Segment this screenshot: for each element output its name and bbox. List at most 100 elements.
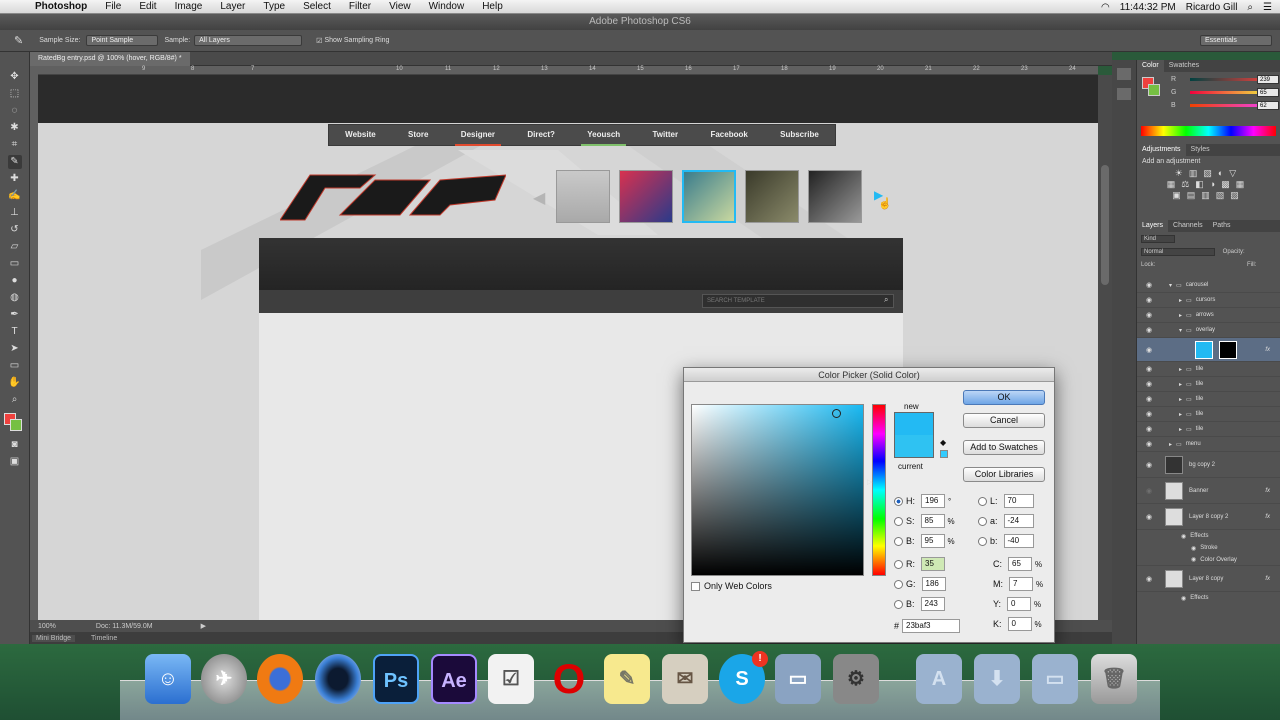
radio-b-lab[interactable]	[978, 536, 987, 546]
input-b-lab[interactable]: -40	[1003, 534, 1034, 548]
radio-r[interactable]	[894, 559, 903, 569]
field-s[interactable]: S: 85%	[894, 514, 955, 528]
layer-hover-selected[interactable]: ◉ fx	[1137, 338, 1280, 362]
nav-subscribe[interactable]: Subscribe	[774, 124, 825, 146]
eyedropper-icon[interactable]: ✎	[14, 34, 23, 47]
brush-tool-icon[interactable]: ✍	[8, 189, 22, 203]
pen-tool-icon[interactable]: ✒	[8, 308, 22, 322]
layer-group-arrows[interactable]: ◉ ▸ ▭ arrows	[1137, 308, 1280, 323]
layer-8-copy-2[interactable]: ◉ Layer 8 copy 2 fx	[1137, 504, 1280, 530]
layer-group-cursors[interactable]: ◉ ▸ ▭ cursors	[1137, 293, 1280, 308]
after-effects-icon[interactable]: Ae	[431, 654, 477, 704]
path-select-icon[interactable]: ➤	[8, 342, 22, 356]
adjustment-icons[interactable]: ☀▥▧◐▽	[1142, 168, 1275, 179]
slider-r[interactable]: R 239	[1171, 74, 1280, 85]
crop-tool-icon[interactable]: ⌗	[8, 138, 22, 152]
expand-icon[interactable]: ▸	[1179, 312, 1182, 319]
input-r[interactable]: 35	[921, 557, 945, 571]
menu-layer[interactable]: Layer	[211, 0, 254, 14]
input-g[interactable]: 186	[921, 577, 946, 591]
field-hex[interactable]: #23baf3	[894, 619, 961, 633]
carousel-thumb[interactable]	[619, 170, 673, 223]
shape-tool-icon[interactable]: ▭	[8, 359, 22, 373]
input-s[interactable]: 85	[920, 514, 945, 528]
expand-icon[interactable]: ▸	[1179, 396, 1182, 403]
menu-image[interactable]: Image	[166, 0, 212, 14]
input-b-hsb[interactable]: 95	[920, 534, 945, 548]
slider-g[interactable]: G 65	[1171, 87, 1280, 98]
eye-icon[interactable]: ◉	[1143, 311, 1155, 319]
search-icon[interactable]: ⌕	[884, 295, 888, 305]
nav-store[interactable]: Store	[402, 124, 434, 146]
layer-effect-color-overlay[interactable]: ◉ Color Overlay	[1137, 554, 1280, 566]
tab-styles[interactable]: Styles	[1186, 144, 1215, 156]
stamp-tool-icon[interactable]: ⊥	[8, 206, 22, 220]
menu-file[interactable]: File	[96, 0, 130, 14]
layer-effects[interactable]: ◉ Effects	[1137, 530, 1280, 542]
layer-group-overlay[interactable]: ◉ ▾ ▭ overlay	[1137, 323, 1280, 338]
wifi-icon[interactable]: ◠	[1101, 2, 1110, 13]
websafe-swatch[interactable]	[940, 450, 948, 458]
fx-icon[interactable]: fx	[1265, 347, 1270, 353]
field-b-lab[interactable]: b: -40	[978, 534, 1034, 548]
only-web-colors[interactable]: Only Web Colors	[691, 581, 772, 591]
expand-icon[interactable]: ▸	[1179, 381, 1182, 388]
clock[interactable]: 11:44:32 PM	[1120, 2, 1176, 13]
eye-icon[interactable]: ◉	[1143, 461, 1155, 469]
layer-effect-stroke[interactable]: ◉ Stroke	[1137, 542, 1280, 554]
layer-group-tile[interactable]: ◉ ▸ ▭ tile	[1137, 422, 1280, 437]
workspace-select[interactable]: Essentials	[1200, 35, 1272, 46]
expand-icon[interactable]: ▾	[1169, 282, 1172, 289]
slider-g-value[interactable]: 65	[1257, 88, 1279, 97]
layer-group-tile[interactable]: ◉ ▸ ▭ tile	[1137, 377, 1280, 392]
cancel-button[interactable]: Cancel	[963, 413, 1045, 428]
screen-mode-icon[interactable]: ▣	[8, 455, 22, 469]
field-b[interactable]: B: 243	[894, 597, 945, 611]
field-b-hsb[interactable]: B: 95%	[894, 534, 955, 548]
carousel-thumb[interactable]	[556, 170, 610, 223]
scroll-thumb[interactable]	[1101, 165, 1109, 285]
nav-designer[interactable]: Designer	[454, 124, 502, 146]
slider-b-value[interactable]: 62	[1257, 101, 1279, 110]
menu-filter[interactable]: Filter	[340, 0, 380, 14]
input-y[interactable]: 0	[1007, 597, 1032, 611]
mail-icon[interactable]: ✉	[662, 654, 708, 704]
menu-window[interactable]: Window	[420, 0, 474, 14]
reminders-icon[interactable]: ☑	[488, 654, 534, 704]
search-input[interactable]: SEARCH TEMPLATE	[702, 294, 894, 308]
field-y[interactable]: Y: 0%	[993, 597, 1041, 611]
history-panel-icon[interactable]	[1117, 68, 1131, 80]
slider-r-value[interactable]: 239	[1257, 75, 1279, 84]
fx-icon[interactable]: fx	[1265, 576, 1270, 582]
tab-adjustments[interactable]: Adjustments	[1137, 144, 1186, 156]
color-libraries-button[interactable]: Color Libraries	[963, 467, 1045, 482]
downloads-folder-icon[interactable]: ⬇	[974, 654, 1020, 704]
list-icon[interactable]: ☰	[1263, 2, 1272, 13]
menu-view[interactable]: View	[380, 0, 420, 14]
input-m[interactable]: 7	[1009, 577, 1033, 591]
eye-icon[interactable]: ◉	[1143, 281, 1155, 289]
tab-color[interactable]: Color	[1137, 60, 1164, 72]
nav-twitter[interactable]: Twitter	[646, 124, 684, 146]
tab-timeline[interactable]: Timeline	[91, 635, 117, 642]
eye-icon[interactable]: ◉	[1143, 575, 1155, 583]
photoshop-icon[interactable]: Ps	[373, 654, 419, 704]
sample-select[interactable]: All Layers	[194, 35, 303, 46]
blend-mode-select[interactable]: Normal	[1141, 248, 1215, 256]
blur-tool-icon[interactable]: ●	[8, 274, 22, 288]
cinema4d-icon[interactable]	[315, 654, 361, 704]
carousel-prev-arrow[interactable]: ◀	[533, 188, 545, 208]
layer-effects[interactable]: ◉ Effects	[1137, 592, 1280, 604]
expand-icon[interactable]: ▸	[1179, 411, 1182, 418]
input-k[interactable]: 0	[1007, 617, 1032, 631]
radio-b[interactable]	[894, 599, 903, 609]
slider-b[interactable]: B 62	[1171, 100, 1280, 111]
layer-group-carousel[interactable]: ◉ ▾ ▭ carousel	[1137, 278, 1280, 293]
tab-mini-bridge[interactable]: Mini Bridge	[32, 634, 76, 642]
hue-slider[interactable]: ▷	[867, 404, 886, 576]
field-g[interactable]: G: 186	[894, 577, 946, 591]
sample-size-select[interactable]: Point Sample	[86, 35, 159, 46]
radio-g[interactable]	[894, 579, 903, 589]
adjustment-icons[interactable]: ▦⚖◧◑▩▦	[1142, 179, 1275, 190]
launchpad-icon[interactable]: ✈	[201, 654, 247, 704]
